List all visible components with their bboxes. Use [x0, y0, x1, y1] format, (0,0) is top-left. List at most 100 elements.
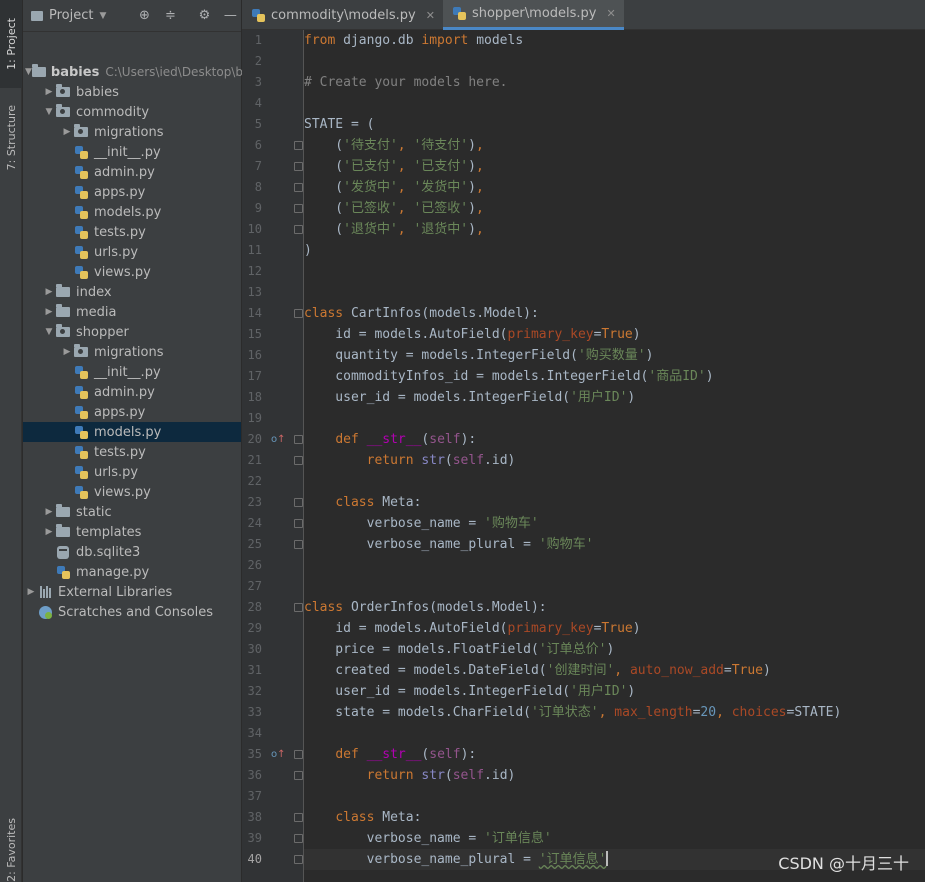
tree-item[interactable]: ▶ migrations — [23, 342, 241, 362]
code-line[interactable] — [304, 408, 925, 429]
fold-marker-icon[interactable] — [294, 183, 303, 192]
locate-icon[interactable]: ⊕ — [136, 8, 152, 24]
code-line[interactable]: user_id = models.IntegerField('用户ID') — [304, 681, 925, 702]
expanded-arrow-icon[interactable]: ▼ — [25, 62, 32, 82]
tree-item[interactable]: db.sqlite3 — [23, 542, 241, 562]
tree-item[interactable]: manage.py — [23, 562, 241, 582]
code-line[interactable] — [304, 471, 925, 492]
fold-marker-icon[interactable] — [294, 225, 303, 234]
code-line[interactable] — [304, 786, 925, 807]
fold-marker-icon[interactable] — [294, 834, 303, 843]
collapsed-arrow-icon[interactable]: ▶ — [43, 82, 55, 102]
code-line[interactable]: verbose_name = '订单信息' — [304, 828, 925, 849]
collapsed-arrow-icon[interactable]: ▶ — [61, 342, 73, 362]
close-icon[interactable]: ✕ — [426, 9, 435, 22]
close-icon[interactable]: ✕ — [607, 7, 616, 20]
code-line[interactable]: ) — [304, 240, 925, 261]
tree-item[interactable]: ▶ migrations — [23, 122, 241, 142]
code-line[interactable]: ('已签收', '已签收'), — [304, 198, 925, 219]
code-line[interactable]: class Meta: — [304, 807, 925, 828]
code-line[interactable]: price = models.FloatField('订单总价') — [304, 639, 925, 660]
code-line[interactable]: verbose_name = '购物车' — [304, 513, 925, 534]
tree-item[interactable]: ▼ babies C:\Users\ied\Desktop\b — [23, 62, 243, 82]
tree-item[interactable]: ▶ babies — [23, 82, 241, 102]
code-line[interactable]: commodityInfos_id = models.IntegerField(… — [304, 366, 925, 387]
code-line[interactable]: from django.db import models — [304, 30, 925, 51]
code-line[interactable]: id = models.AutoField(primary_key=True) — [304, 324, 925, 345]
fold-marker-icon[interactable] — [294, 204, 303, 213]
fold-marker-icon[interactable] — [294, 813, 303, 822]
fold-marker-icon[interactable] — [294, 141, 303, 150]
overrides-method-icon[interactable]: o↑ — [271, 744, 286, 765]
tree-item[interactable]: tests.py — [23, 442, 241, 462]
project-tool-tab[interactable]: 1: Project — [0, 0, 22, 88]
tree-item[interactable]: views.py — [23, 482, 241, 502]
project-view-selector[interactable]: Project ▼ — [31, 8, 106, 23]
tree-item[interactable]: tests.py — [23, 222, 241, 242]
collapse-all-icon[interactable]: ≑ — [162, 8, 178, 24]
code-line[interactable] — [304, 576, 925, 597]
code-line[interactable]: verbose_name_plural = '购物车' — [304, 534, 925, 555]
expanded-arrow-icon[interactable]: ▼ — [43, 102, 55, 122]
collapsed-arrow-icon[interactable]: ▶ — [43, 502, 55, 522]
tree-item[interactable]: ▶ templates — [23, 522, 241, 542]
tree-item[interactable]: ▼ commodity — [23, 102, 241, 122]
code-line[interactable]: return str(self.id) — [304, 450, 925, 471]
code-line[interactable]: return str(self.id) — [304, 765, 925, 786]
tree-item[interactable]: admin.py — [23, 162, 241, 182]
structure-tool-tab[interactable]: 7: Structure — [0, 94, 22, 182]
code-line[interactable]: def __str__(self): — [304, 744, 925, 765]
tree-item[interactable]: admin.py — [23, 382, 241, 402]
code-line[interactable]: ('待支付', '待支付'), — [304, 135, 925, 156]
code-line[interactable]: ('发货中', '发货中'), — [304, 177, 925, 198]
fold-marker-icon[interactable] — [294, 456, 303, 465]
code-line[interactable]: class Meta: — [304, 492, 925, 513]
code-line[interactable]: def __str__(self): — [304, 429, 925, 450]
code-line[interactable]: ('已支付', '已支付'), — [304, 156, 925, 177]
tree-item[interactable]: Scratches and Consoles — [23, 602, 241, 622]
fold-marker-icon[interactable] — [294, 519, 303, 528]
fold-marker-icon[interactable] — [294, 771, 303, 780]
collapsed-arrow-icon[interactable]: ▶ — [43, 282, 55, 302]
fold-marker-icon[interactable] — [294, 309, 303, 318]
code-line[interactable]: # Create your models here. — [304, 72, 925, 93]
tree-item[interactable]: __init__.py — [23, 142, 241, 162]
hide-panel-icon[interactable]: — — [222, 8, 238, 24]
tree-item[interactable]: apps.py — [23, 182, 241, 202]
fold-marker-icon[interactable] — [294, 540, 303, 549]
fold-marker-icon[interactable] — [294, 855, 303, 864]
tree-item[interactable]: __init__.py — [23, 362, 241, 382]
code-line[interactable]: id = models.AutoField(primary_key=True) — [304, 618, 925, 639]
fold-marker-icon[interactable] — [294, 498, 303, 507]
fold-marker-icon[interactable] — [294, 162, 303, 171]
favorites-tool-tab[interactable]: 2: Favorites — [0, 818, 22, 882]
editor-tab[interactable]: shopper\models.py ✕ — [442, 0, 624, 30]
expanded-arrow-icon[interactable]: ▼ — [43, 322, 55, 342]
tree-item[interactable]: models.py — [23, 202, 241, 222]
overrides-method-icon[interactable]: o↑ — [271, 429, 286, 450]
tree-item[interactable]: urls.py — [23, 242, 241, 262]
code-line[interactable]: state = models.CharField('订单状态', max_len… — [304, 702, 925, 723]
collapsed-arrow-icon[interactable]: ▶ — [61, 122, 73, 142]
code-line[interactable] — [304, 282, 925, 303]
code-line[interactable]: STATE = ( — [304, 114, 925, 135]
code-line[interactable]: user_id = models.IntegerField('用户ID') — [304, 387, 925, 408]
tree-item[interactable]: ▶ static — [23, 502, 241, 522]
code-line[interactable] — [304, 261, 925, 282]
code-line[interactable] — [304, 93, 925, 114]
code-line[interactable]: quantity = models.IntegerField('购买数量') — [304, 345, 925, 366]
code-line[interactable] — [304, 51, 925, 72]
collapsed-arrow-icon[interactable]: ▶ — [43, 302, 55, 322]
code-line[interactable] — [304, 555, 925, 576]
tree-item[interactable]: ▶ media — [23, 302, 241, 322]
tree-item[interactable]: ▼ shopper — [23, 322, 241, 342]
code-line[interactable] — [304, 723, 925, 744]
code-line[interactable]: class CartInfos(models.Model): — [304, 303, 925, 324]
fold-marker-icon[interactable] — [294, 603, 303, 612]
code-line[interactable]: class OrderInfos(models.Model): — [304, 597, 925, 618]
tree-item[interactable]: ▶ index — [23, 282, 241, 302]
tree-item[interactable]: models.py — [23, 422, 241, 442]
tree-item[interactable]: views.py — [23, 262, 241, 282]
collapsed-arrow-icon[interactable]: ▶ — [43, 522, 55, 542]
fold-marker-icon[interactable] — [294, 750, 303, 759]
